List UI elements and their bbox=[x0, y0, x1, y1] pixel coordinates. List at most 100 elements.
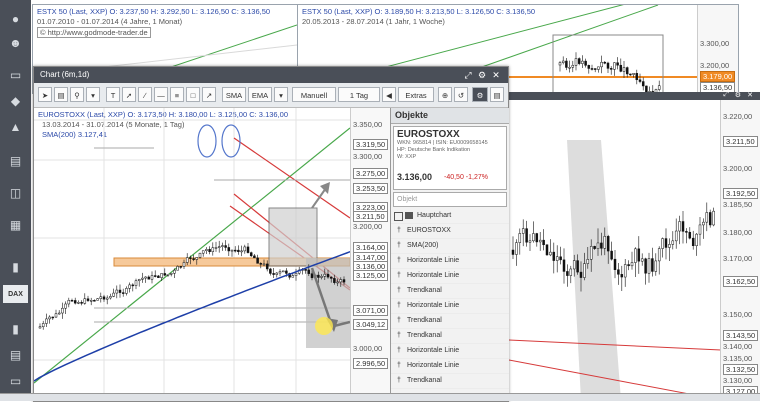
mode-dropdown[interactable]: Manuell bbox=[292, 87, 336, 102]
popout-icon[interactable]: ⤢ bbox=[462, 69, 474, 81]
objects-toggle-icon[interactable]: ⚙ bbox=[472, 87, 488, 102]
bg-candle-body bbox=[593, 68, 597, 70]
bg-candle-body bbox=[568, 66, 571, 69]
cursor-icon[interactable]: ➤ bbox=[38, 87, 52, 102]
main-plot-area[interactable]: EUROSTOXX (Last, XXP) O: 3.173,50 H: 3.1… bbox=[34, 108, 350, 401]
bg-candle-body bbox=[685, 231, 688, 233]
object-tree-item[interactable]: † EUROSTOXX bbox=[391, 224, 509, 239]
interval-dropdown[interactable]: 1 Tag bbox=[338, 87, 380, 102]
object-tree-item[interactable]: † Trendkanal bbox=[391, 284, 509, 299]
candle-body bbox=[227, 247, 231, 252]
rectangle-tool-icon[interactable]: □ bbox=[186, 87, 200, 102]
object-tree-item[interactable]: † Horizontale Linie bbox=[391, 299, 509, 314]
candle-body bbox=[173, 269, 176, 274]
bg-candle-body bbox=[532, 233, 535, 242]
bg-candle-body bbox=[613, 62, 616, 70]
object-tree-item[interactable]: † Horizontale Linie bbox=[391, 359, 509, 374]
sma-button[interactable]: SMA bbox=[222, 87, 246, 102]
bg-candle-body bbox=[603, 236, 607, 249]
object-search-input[interactable]: Objekt bbox=[393, 192, 507, 207]
bookmark2-icon[interactable]: ▮ bbox=[2, 316, 29, 342]
object-tree-item[interactable]: † Trendkanal bbox=[391, 314, 509, 329]
monitor-icon[interactable]: ▭ bbox=[2, 62, 29, 88]
users-icon[interactable]: ☻ bbox=[2, 30, 29, 56]
bg-candle-body bbox=[668, 244, 671, 248]
candle-body bbox=[243, 246, 247, 252]
tag-icon[interactable]: ◆ bbox=[2, 88, 29, 114]
object-tree-label: Horizontale Linie bbox=[407, 272, 460, 279]
zoom-in-icon[interactable]: ⊕ bbox=[438, 87, 452, 102]
bg-candle-body bbox=[625, 67, 629, 75]
object-pin-icon: † bbox=[397, 242, 401, 249]
object-tree-label: EUROSTOXX bbox=[407, 227, 451, 234]
bg-candle-body bbox=[619, 64, 623, 72]
object-tree-item[interactable]: † Horizontale Linie bbox=[391, 254, 509, 269]
layout-icon[interactable]: ▤ bbox=[490, 87, 504, 102]
tree-root-label: Hauptchart bbox=[417, 212, 452, 219]
book-icon[interactable]: ▤ bbox=[2, 342, 29, 368]
undo-icon[interactable]: ↺ bbox=[454, 87, 468, 102]
intraday-price-label-box: 3.143,50 bbox=[723, 330, 759, 341]
text-tool-icon[interactable]: T bbox=[106, 87, 120, 102]
bg-candle-body bbox=[515, 242, 518, 255]
bg-intraday-close-icon[interactable]: ✕ bbox=[747, 91, 753, 99]
monitor2-icon[interactable]: ▭ bbox=[2, 368, 29, 394]
close-icon[interactable]: ✕ bbox=[490, 69, 502, 81]
bar-chart-icon[interactable]: ▤ bbox=[54, 87, 68, 102]
object-tree-item[interactable]: † Horizontale Linie bbox=[391, 344, 509, 359]
bg-candle-body bbox=[600, 242, 603, 249]
candle-body bbox=[281, 270, 285, 273]
settings-icon[interactable]: ⚙ bbox=[476, 69, 488, 81]
bg-intraday-fullscreen-icon[interactable]: ⤢ bbox=[723, 91, 729, 99]
extras-button[interactable]: Extras bbox=[398, 87, 434, 102]
search-icon[interactable]: ⚲ bbox=[70, 87, 84, 102]
bg-candle-body bbox=[698, 224, 702, 235]
candle-body bbox=[230, 249, 234, 252]
candle-body bbox=[160, 273, 163, 278]
bg-candle-body bbox=[617, 269, 620, 275]
bg-candle-body bbox=[640, 258, 644, 262]
candle-body bbox=[189, 257, 192, 259]
candle-body bbox=[249, 252, 253, 257]
fibonacci-icon[interactable]: ≡ bbox=[170, 87, 184, 102]
prev-icon[interactable]: ◀ bbox=[382, 87, 396, 102]
bookmark-icon[interactable]: ▮ bbox=[2, 254, 29, 280]
candle-body bbox=[96, 298, 99, 301]
dax-button[interactable]: DAX bbox=[3, 285, 28, 303]
horizontal-line-icon[interactable]: — bbox=[154, 87, 168, 102]
bg-intraday-settings-icon[interactable]: ⚙ bbox=[735, 91, 741, 99]
cursor-highlight bbox=[315, 317, 333, 335]
candle-body bbox=[224, 245, 227, 248]
object-tree-item[interactable]: † Trendkanal bbox=[391, 374, 509, 389]
line-tool-icon[interactable]: ➚ bbox=[122, 87, 136, 102]
main-price-label: 3.000,00 bbox=[353, 344, 383, 353]
main-window-title: Chart (6m,1d) bbox=[40, 70, 90, 79]
bg-candle-body bbox=[674, 230, 678, 242]
collapse-icon[interactable] bbox=[394, 212, 403, 221]
briefcase-icon[interactable]: ▤ bbox=[2, 148, 29, 174]
left-sidebar: ● ☻ ▭ ◆ ▲ ▤ ◫ ▦ ▮ DAX ▮ ▤ ▭ bbox=[0, 0, 31, 400]
candle-body bbox=[105, 297, 109, 300]
tree-root-hauptchart[interactable]: Hauptchart bbox=[391, 209, 509, 224]
candle-body bbox=[336, 281, 339, 284]
ema-button[interactable]: EMA bbox=[248, 87, 272, 102]
chevron-down-icon[interactable]: ▾ bbox=[86, 87, 100, 102]
object-tree-label: Trendkanal bbox=[407, 317, 442, 324]
object-tree-item[interactable]: † SMA(200) bbox=[391, 239, 509, 254]
calculator-icon[interactable]: ▦ bbox=[2, 212, 29, 238]
person-icon[interactable]: ● bbox=[2, 6, 29, 32]
money-icon[interactable]: ◫ bbox=[2, 180, 29, 206]
object-tree-item[interactable]: † Horizontale Linie bbox=[391, 269, 509, 284]
candle-body bbox=[221, 245, 224, 247]
object-tree-item[interactable]: † Trendkanal bbox=[391, 329, 509, 344]
bg-candle-body bbox=[634, 248, 637, 263]
bg-candle-body bbox=[661, 238, 664, 249]
chart-icon[interactable]: ▲ bbox=[2, 114, 29, 140]
bg-candle-body bbox=[555, 256, 559, 261]
channel-tool-icon[interactable]: ∕ bbox=[138, 87, 152, 102]
bg-right-price-scale: 3.300,00 3.200,00 3.179,00 3.136,50 bbox=[697, 5, 738, 93]
arrow-tool-icon[interactable]: ↗ bbox=[202, 87, 216, 102]
candle-body bbox=[208, 249, 211, 252]
candle-body bbox=[102, 296, 106, 300]
indicator-dropdown-icon[interactable]: ▾ bbox=[274, 87, 288, 102]
